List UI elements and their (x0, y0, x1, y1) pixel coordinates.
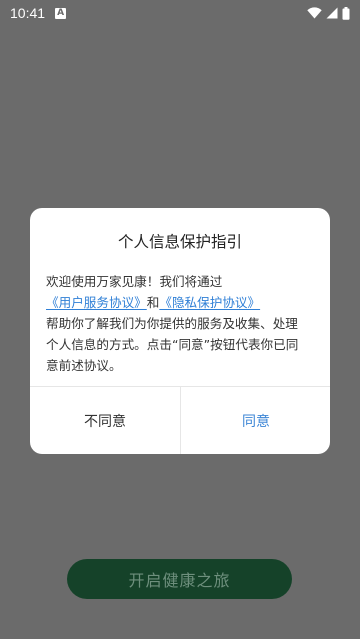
wifi-icon (307, 7, 322, 19)
notification-icon: A (55, 7, 67, 19)
status-right (307, 6, 350, 20)
dialog-text-line-1: 欢迎使用万家见康！我们将通过 (46, 274, 223, 289)
dialog-text-line-3: 帮助你了解我们为你提供的服务及收集、处理 (46, 316, 298, 331)
dialog-title: 个人信息保护指引 (117, 233, 242, 251)
dialog-links-line: 《用户服务协议》和《隐私保护协议》 (46, 292, 322, 313)
status-left: 10:41 A (10, 5, 67, 21)
dialog-text-line-4: 个人信息的方式。点击“同意”按钮代表你已同 (46, 337, 299, 352)
privacy-policy-link[interactable]: 《隐私保护协议》 (159, 295, 260, 310)
status-time: 10:41 (10, 5, 46, 21)
dialog-body: 欢迎使用万家见康！我们将通过 《用户服务协议》和《隐私保护协议》 帮助你了解我们… (46, 271, 322, 376)
user-agreement-link[interactable]: 《用户服务协议》 (46, 295, 147, 310)
signal-icon (326, 7, 338, 19)
start-journey-button[interactable]: 开启健康之旅 (67, 559, 292, 599)
and-text: 和 (146, 295, 160, 310)
privacy-dialog: 个人信息保护指引 欢迎使用万家见康！我们将通过 《用户服务协议》和《隐私保护协议… (30, 208, 330, 454)
status-bar: 10:41 A (0, 0, 360, 26)
disagree-button[interactable]: 不同意 (30, 387, 180, 454)
dialog-text-line-5: 意前述协议。 (46, 358, 122, 373)
battery-icon (342, 6, 350, 20)
agree-button[interactable]: 同意 (181, 387, 330, 454)
